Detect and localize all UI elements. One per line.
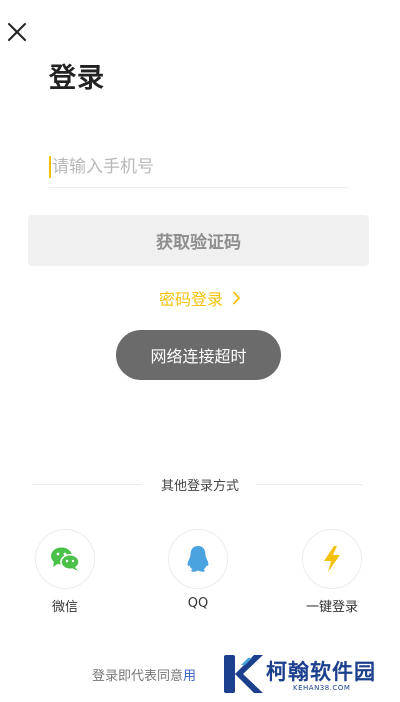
password-login-label: 密码登录 bbox=[158, 290, 223, 309]
page-title: 登录 bbox=[49, 63, 105, 94]
qq-login-button[interactable] bbox=[168, 529, 228, 589]
chevron-right-icon bbox=[233, 291, 240, 305]
network-timeout-toast: 网络连接超时 bbox=[116, 330, 281, 380]
watermark-domain: KEHAN38.COM bbox=[293, 684, 351, 692]
get-code-button[interactable]: 获取验证码 bbox=[28, 215, 369, 266]
agreement-text: 登录即代表同意用 bbox=[92, 665, 196, 684]
wechat-login-button[interactable] bbox=[35, 529, 95, 589]
divider-right bbox=[256, 484, 363, 485]
wechat-icon bbox=[51, 547, 80, 571]
close-button[interactable] bbox=[6, 21, 28, 43]
watermark-name: 柯翰软件园 bbox=[266, 660, 376, 684]
qq-login[interactable]: QQ bbox=[158, 529, 238, 611]
qq-icon bbox=[187, 546, 209, 572]
one-key-login[interactable]: 一键登录 bbox=[292, 529, 372, 615]
text-caret bbox=[49, 156, 51, 178]
lightning-icon bbox=[324, 546, 340, 572]
password-login-link[interactable]: 密码登录 bbox=[0, 286, 400, 310]
wechat-label: 微信 bbox=[51, 600, 78, 615]
phone-input[interactable] bbox=[52, 148, 346, 186]
close-icon bbox=[8, 23, 26, 41]
agreement-link[interactable]: 用 bbox=[183, 669, 196, 684]
phone-field bbox=[49, 148, 348, 188]
qq-label: QQ bbox=[187, 596, 209, 611]
one-key-login-button[interactable] bbox=[302, 529, 362, 589]
agreement-prefix: 登录即代表同意 bbox=[92, 669, 184, 684]
one-key-login-label: 一键登录 bbox=[305, 600, 358, 615]
watermark: 柯翰软件园 KEHAN38.COM bbox=[221, 652, 391, 698]
watermark-logo-icon bbox=[224, 655, 263, 693]
wechat-login[interactable]: 微信 bbox=[25, 529, 105, 615]
